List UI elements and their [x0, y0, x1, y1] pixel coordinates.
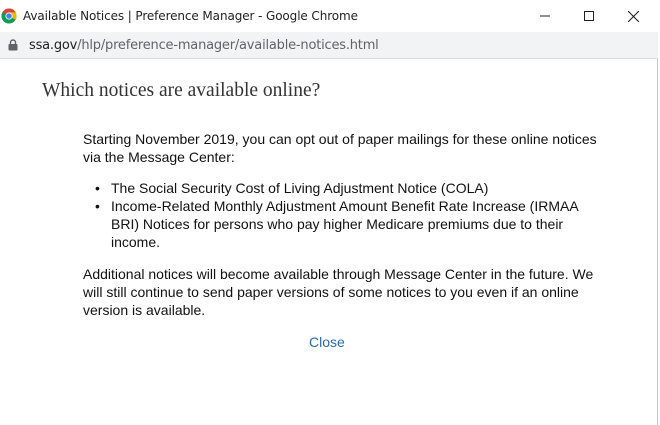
notice-list: • The Social Security Cost of Living Adj…: [94, 179, 604, 251]
url-domain: ssa.gov: [29, 38, 78, 53]
maximize-button[interactable]: [566, 0, 612, 32]
notice-dialog: Which notices are available online? Star…: [0, 60, 658, 425]
list-item-text: Income-Related Monthly Adjustment Amount…: [111, 198, 578, 250]
chrome-logo-icon: [1, 8, 17, 24]
lock-icon: [8, 39, 18, 51]
url-text[interactable]: ssa.gov/hlp/preference-manager/available…: [29, 38, 379, 53]
intro-paragraph: Starting November 2019, you can opt out …: [83, 131, 597, 165]
minimize-icon: [540, 15, 550, 17]
bullet-icon: •: [95, 198, 100, 214]
close-window-button[interactable]: [610, 0, 656, 32]
close-icon: [627, 10, 639, 22]
close-link[interactable]: Close: [309, 334, 345, 350]
title-bar: Available Notices | Preference Manager -…: [0, 0, 658, 32]
list-item: • The Social Security Cost of Living Adj…: [94, 179, 604, 197]
url-path: /hlp/preference-manager/available-notice…: [77, 38, 379, 53]
list-item-text: The Social Security Cost of Living Adjus…: [111, 180, 489, 196]
bullet-icon: •: [95, 180, 100, 196]
minimize-button[interactable]: [522, 0, 568, 32]
outro-paragraph: Additional notices will become available…: [83, 266, 594, 318]
page-title: Which notices are available online?: [42, 80, 321, 101]
list-item: • Income-Related Monthly Adjustment Amou…: [94, 197, 604, 251]
window-title: Available Notices | Preference Manager -…: [23, 9, 358, 23]
address-bar[interactable]: ssa.gov/hlp/preference-manager/available…: [0, 32, 658, 59]
maximize-icon: [584, 11, 594, 21]
browser-window: Available Notices | Preference Manager -…: [0, 0, 658, 425]
